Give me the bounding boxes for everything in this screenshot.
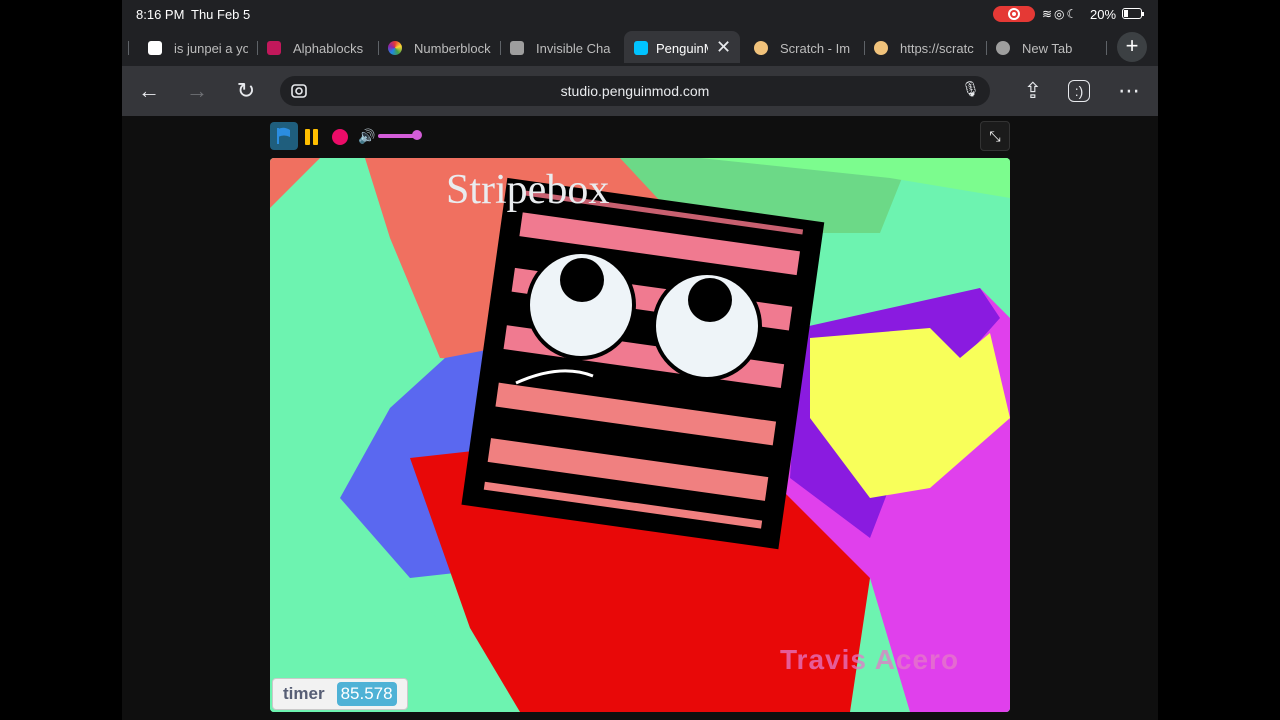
mic-icon[interactable]: 🎙 (961, 80, 980, 98)
stripebox-character (461, 177, 825, 550)
tab-google-search[interactable]: is junpei a yo (148, 31, 248, 63)
timer-label: timer (283, 684, 325, 703)
new-tab-button[interactable]: + (1117, 32, 1147, 62)
green-flag-button[interactable] (270, 122, 298, 150)
status-date: Thu Feb 5 (191, 7, 251, 22)
ipad-screen: 8:16 PM Thu Feb 5 ≋◎☾ 20% is junpei a yo… (122, 0, 1158, 720)
tab-title: is junpei a yo (174, 41, 248, 56)
back-button[interactable]: ← (136, 78, 162, 104)
globe-icon (996, 41, 1010, 55)
numberblocks-icon (388, 41, 402, 55)
volume-slider-handle[interactable] (412, 130, 422, 140)
battery-percent: 20% (1090, 7, 1117, 22)
tab-alphablocks[interactable]: Alphablocks (267, 31, 367, 63)
image-icon (510, 41, 524, 55)
tab-title: Numberblock (414, 41, 491, 56)
exit-fullscreen-button[interactable]: ⤡ (980, 121, 1010, 151)
tab-scratch-im[interactable]: Scratch - Im (754, 31, 858, 63)
penguinmod-icon (634, 41, 648, 55)
reload-button[interactable]: ↻ (233, 78, 259, 104)
screen-recording-icon[interactable] (993, 6, 1035, 22)
tab-new-tab[interactable]: New Tab (996, 31, 1096, 63)
project-title-text: Stripebox (446, 167, 610, 213)
tab-numberblocks[interactable]: Numberblock (388, 31, 492, 63)
player-controls: 🔊 ⤡ (270, 120, 1010, 152)
google-icon (148, 41, 162, 55)
volume-icon[interactable]: 🔊 (358, 128, 375, 145)
status-time: 8:16 PM (136, 7, 185, 22)
tab-separator (128, 41, 129, 55)
timer-monitor: timer 85.578 (272, 678, 408, 710)
tab-title: Alphablocks (293, 41, 364, 56)
tab-scratch-url[interactable]: https://scratc (874, 31, 978, 63)
creator-watermark: Travis Acero (780, 644, 960, 675)
tab-separator (378, 41, 379, 55)
tab-title: https://scratc (900, 41, 974, 56)
tab-title: PenguinM (656, 41, 708, 56)
scratch-icon (754, 41, 768, 55)
pause-button[interactable] (304, 129, 320, 145)
tab-separator (500, 41, 501, 55)
tab-title: Scratch - Im (780, 41, 851, 56)
tab-strip: is junpei a yo Alphablocks Numberblock I… (122, 28, 1158, 66)
browser-toolbar: ← → ↻ studio.penguinmod.com 🎙 ⇪ :) ⋯ (122, 66, 1158, 116)
alphablocks-icon (267, 41, 281, 55)
flag-icon (277, 127, 290, 144)
tab-penguinmod-active[interactable]: PenguinM ✕ (624, 31, 740, 63)
forward-button[interactable]: → (184, 78, 210, 104)
url-text[interactable]: studio.penguinmod.com (280, 83, 990, 99)
tab-separator (864, 41, 865, 55)
tab-invisible-cha[interactable]: Invisible Cha (510, 31, 612, 63)
tab-separator (257, 41, 258, 55)
tab-title: Invisible Cha (536, 41, 611, 56)
scratch-icon (874, 41, 888, 55)
more-menu-icon[interactable]: ⋯ (1116, 78, 1142, 104)
stop-button[interactable] (332, 129, 348, 145)
battery-icon (1122, 8, 1144, 19)
share-icon[interactable]: ⇪ (1020, 78, 1046, 104)
tab-switcher-icon[interactable]: :) (1068, 80, 1090, 102)
project-stage[interactable]: Stripebox Travis Acero timer 85.578 (270, 158, 1010, 712)
tab-separator (986, 41, 987, 55)
tab-title: New Tab (1022, 41, 1073, 56)
close-tab-icon[interactable]: ✕ (716, 37, 731, 58)
wifi-icon: ≋◎☾ (1042, 7, 1080, 21)
address-bar[interactable]: studio.penguinmod.com 🎙 (280, 76, 990, 106)
tab-separator (1106, 41, 1107, 55)
status-bar: 8:16 PM Thu Feb 5 ≋◎☾ 20% (122, 0, 1158, 28)
page-content: 🔊 ⤡ Stripebox Travis Acero timer 85.578 (122, 116, 1158, 720)
timer-value: 85.578 (336, 682, 397, 706)
